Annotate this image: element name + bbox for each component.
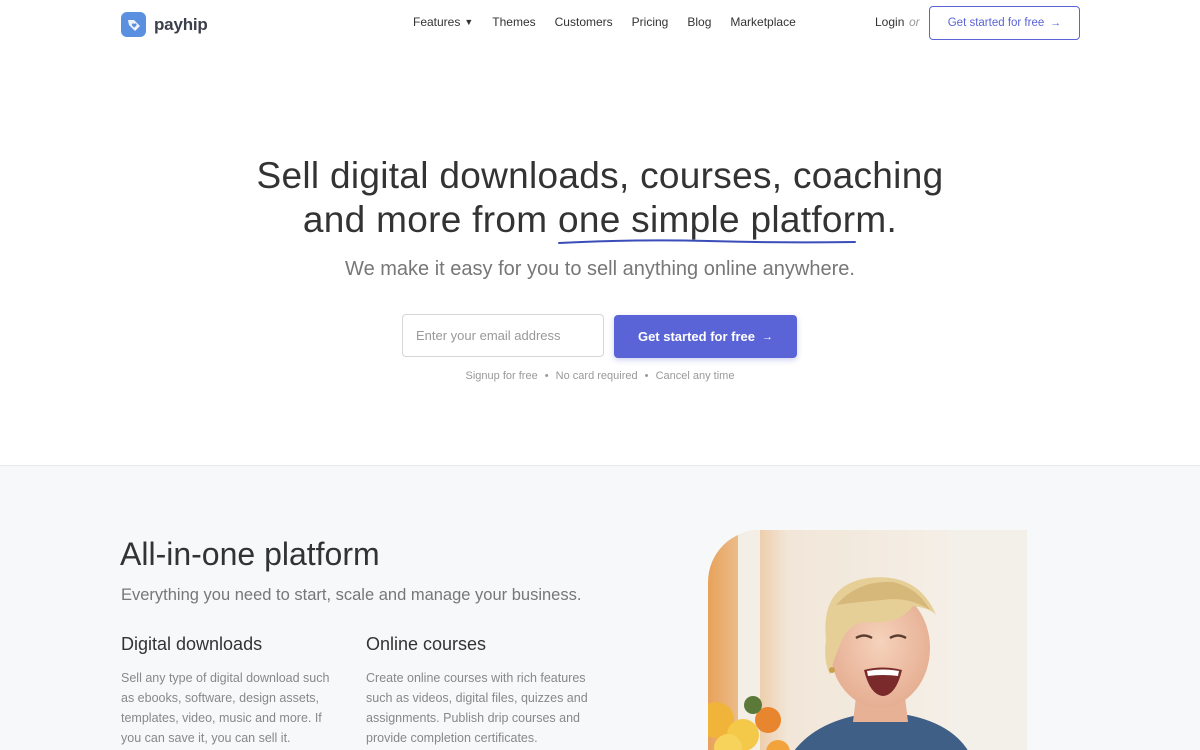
fine-print: Signup for free • No card required • Can… bbox=[0, 370, 1200, 382]
main-menu: Features ▼ Themes Customers Pricing Blog… bbox=[413, 15, 815, 29]
nav-item-themes[interactable]: Themes bbox=[492, 15, 535, 29]
hero-subtitle: We make it easy for you to sell anything… bbox=[345, 258, 855, 280]
separator-dot: • bbox=[544, 370, 549, 382]
nav-item-pricing[interactable]: Pricing bbox=[632, 15, 669, 29]
nav-get-started-button[interactable]: Get started for free → bbox=[929, 6, 1080, 40]
hero-title-line1: Sell digital downloads, courses, coachin… bbox=[256, 155, 944, 196]
platform-section: All-in-one platform Everything you need … bbox=[0, 465, 1200, 750]
feature-text: Create online courses with rich features… bbox=[366, 671, 588, 745]
hero-title-underlined: one simple platform bbox=[557, 198, 887, 244]
nav-item-label: Pricing bbox=[631, 15, 669, 29]
hero-title-suffix: . bbox=[886, 199, 898, 240]
nav-item-blog[interactable]: Blog bbox=[687, 15, 711, 29]
logo-text: payhip bbox=[154, 14, 208, 34]
nav-item-customers[interactable]: Customers bbox=[555, 15, 613, 29]
hero-title-line2: and more from one simple platform. bbox=[0, 198, 1200, 244]
nav-item-label: Marketplace bbox=[730, 15, 796, 29]
nav-item-marketplace[interactable]: Marketplace bbox=[730, 15, 795, 29]
nav-item-label: Blog bbox=[687, 15, 712, 29]
hero-get-started-button[interactable]: Get started for free → bbox=[614, 315, 797, 358]
logo[interactable]: payhip bbox=[121, 12, 208, 37]
tag-heart-icon bbox=[121, 12, 146, 37]
nav-item-features[interactable]: Features ▼ bbox=[413, 15, 473, 29]
email-placeholder: Enter your email address bbox=[416, 328, 561, 343]
hero-title-prefix: and more from bbox=[302, 199, 558, 240]
arrow-right-icon: → bbox=[1050, 17, 1062, 29]
nav-item-label: Customers bbox=[554, 15, 613, 29]
section-title: All-in-one platform bbox=[120, 536, 380, 572]
section-subtitle: Everything you need to start, scale and … bbox=[121, 586, 582, 604]
email-input[interactable]: Enter your email address bbox=[402, 314, 604, 357]
nav-item-label: Themes bbox=[492, 15, 536, 29]
button-label: Get started for free bbox=[947, 17, 1045, 29]
button-label: Get started for free bbox=[637, 329, 756, 344]
fine-print-item: No card required bbox=[555, 370, 638, 382]
top-nav: payhip Features ▼ Themes Customers Prici… bbox=[0, 0, 1200, 46]
feature-digital-downloads: Digital downloads Sell any type of digit… bbox=[121, 634, 341, 748]
fine-print-item: Cancel any time bbox=[655, 370, 735, 382]
underlined-text: one simple platform bbox=[557, 199, 887, 240]
login-link[interactable]: Login bbox=[875, 15, 904, 29]
arrow-right-icon: → bbox=[762, 330, 774, 343]
feature-title: Digital downloads bbox=[121, 634, 263, 654]
separator-dot: • bbox=[644, 370, 649, 382]
nav-item-label: Features bbox=[413, 15, 461, 29]
feature-online-courses: Online courses Create online courses wit… bbox=[366, 634, 591, 748]
or-text: or bbox=[909, 15, 920, 29]
feature-text: Sell any type of digital download such a… bbox=[121, 671, 330, 745]
feature-title: Online courses bbox=[366, 634, 487, 654]
fine-print-item: Signup for free bbox=[465, 370, 538, 382]
underline-swoosh bbox=[557, 239, 856, 244]
hero-title: Sell digital downloads, courses, coachin… bbox=[0, 154, 1200, 244]
smiling-woman-photo bbox=[708, 530, 1027, 750]
chevron-down-icon: ▼ bbox=[464, 17, 474, 27]
